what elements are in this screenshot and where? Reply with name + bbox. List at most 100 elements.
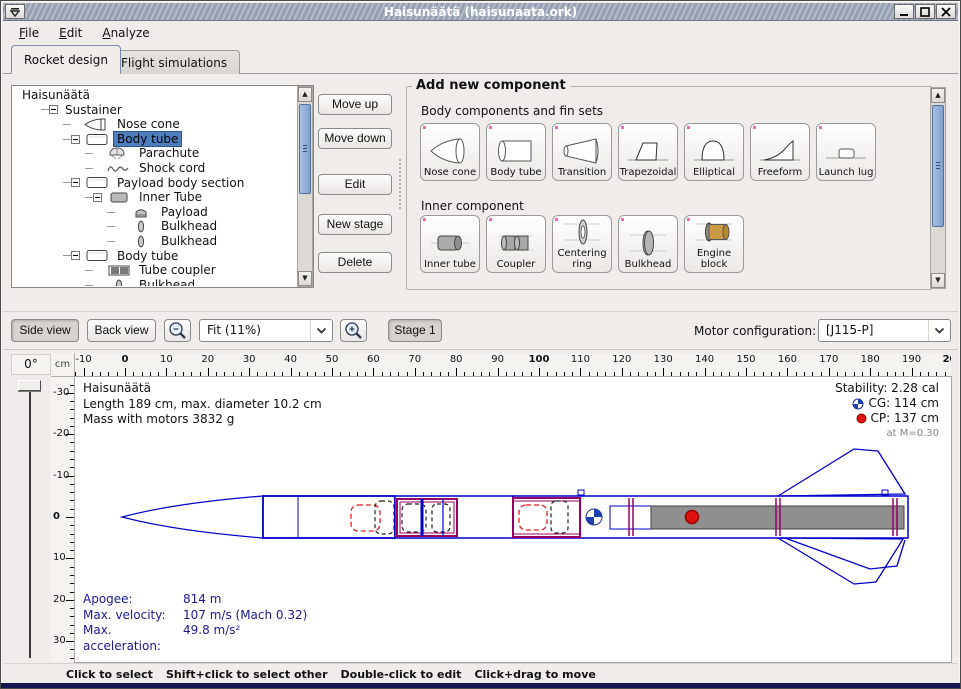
chevron-down-icon bbox=[310, 320, 332, 341]
minimize-button[interactable] bbox=[894, 4, 914, 19]
inner-components-row: Inner tubeCouplerCentering ringBulkheadE… bbox=[420, 215, 744, 273]
tab-rocket-design[interactable]: Rocket design bbox=[11, 45, 121, 74]
collapse-toggle-icon[interactable] bbox=[71, 135, 80, 144]
launch-lug[interactable] bbox=[578, 490, 584, 495]
tree-item-shock-cord[interactable]: Shock cord bbox=[13, 161, 295, 176]
tree-item-label: Tube coupler bbox=[136, 263, 219, 278]
tree-item-sustainer[interactable]: Sustainer bbox=[13, 103, 295, 118]
add-elliptical-button[interactable]: Elliptical bbox=[684, 123, 744, 181]
tree-scroll-up-icon[interactable]: ▲ bbox=[298, 87, 312, 102]
tree-item-payload[interactable]: Payload bbox=[13, 205, 295, 220]
title-bar[interactable]: Haisunäätä (haisunaata.ork) bbox=[3, 3, 958, 21]
ruler-tick bbox=[787, 368, 788, 377]
tree-item-nose-cone[interactable]: Nose cone bbox=[13, 117, 295, 132]
zoom-in-button[interactable] bbox=[340, 319, 367, 342]
collapse-toggle-icon[interactable] bbox=[71, 178, 80, 187]
ruler-tick bbox=[622, 368, 623, 377]
tree-scrollbar[interactable]: ▲ ▼ bbox=[297, 86, 313, 287]
cp-marker bbox=[686, 511, 699, 524]
tree-connector bbox=[85, 153, 93, 154]
back-view-button[interactable]: Back view bbox=[87, 319, 156, 342]
add-body-tube-button[interactable]: Body tube bbox=[486, 123, 546, 181]
nose-cone-outline[interactable] bbox=[122, 496, 263, 538]
collapse-toggle-icon[interactable] bbox=[93, 193, 102, 202]
menu-analyze[interactable]: Analyze bbox=[94, 24, 157, 42]
tree-connector bbox=[85, 197, 93, 198]
launch_lug-icon bbox=[824, 136, 868, 166]
tree-connector bbox=[63, 139, 71, 140]
ruler-tick bbox=[663, 368, 664, 377]
motor-mount-tube[interactable] bbox=[610, 506, 651, 529]
tree-item-body-tube[interactable]: Body tube bbox=[13, 249, 295, 264]
tree-item-bulkhead[interactable]: Bulkhead bbox=[13, 234, 295, 249]
zoom-level-select[interactable]: Fit (11%) bbox=[199, 319, 333, 342]
add-inner-tube-button[interactable]: Inner tube bbox=[420, 215, 480, 273]
add-transition-button[interactable]: Transition bbox=[552, 123, 612, 181]
panel-scroll-thumb[interactable] bbox=[932, 105, 944, 227]
delete-button[interactable]: Delete bbox=[318, 252, 392, 273]
add-nose-cone-button[interactable]: Nose cone bbox=[420, 123, 480, 181]
add-coupler-button[interactable]: Coupler bbox=[486, 215, 546, 273]
tree-item-payload-body-section[interactable]: Payload body section bbox=[13, 176, 295, 191]
rocket-dimensions: Length 189 cm, max. diameter 10.2 cm bbox=[83, 397, 322, 413]
parachute-icon bbox=[106, 147, 132, 160]
close-button[interactable] bbox=[936, 4, 956, 19]
ruler-tick bbox=[415, 368, 416, 377]
collapse-toggle-icon[interactable] bbox=[49, 105, 58, 114]
stage-1-toggle[interactable]: Stage 1 bbox=[388, 319, 442, 342]
ruler-label: 80 bbox=[450, 354, 463, 365]
app-window: Haisunäätä (haisunaata.ork) File Edit An… bbox=[0, 0, 961, 689]
tree-scroll-thumb[interactable] bbox=[299, 104, 311, 194]
status-hint: Click to select bbox=[66, 668, 153, 681]
ruler-tick bbox=[580, 368, 581, 377]
tree-item-body-tube[interactable]: Body tube bbox=[13, 132, 295, 147]
ruler-tick bbox=[66, 517, 75, 518]
ruler-label: 180 bbox=[861, 354, 880, 365]
tab-flight-simulations[interactable]: Flight simulations bbox=[108, 50, 240, 74]
tree-item-bulkhead[interactable]: Bulkhead bbox=[13, 219, 295, 234]
tree-item-tube-coupler[interactable]: Tube coupler bbox=[13, 263, 295, 278]
add-engine-block-button[interactable]: Engine block bbox=[684, 215, 744, 273]
add-centering-ring-button[interactable]: Centering ring bbox=[552, 215, 612, 273]
tree-item-haisun-t-[interactable]: Haisunäätä bbox=[13, 88, 295, 103]
component-panel-scrollbar[interactable]: ▲ ▼ bbox=[930, 87, 946, 289]
flight-data-row: Max. acceleration:49.8 m/s² bbox=[83, 623, 307, 654]
tree-scroll-down-icon[interactable]: ▼ bbox=[298, 271, 312, 286]
shockcord-icon bbox=[106, 162, 132, 175]
pane-splitter[interactable] bbox=[399, 159, 401, 209]
collapse-toggle-icon[interactable] bbox=[71, 251, 80, 260]
side-view-button[interactable]: Side view bbox=[11, 319, 79, 342]
tree-item-parachute[interactable]: Parachute bbox=[13, 146, 295, 161]
add-launch-lug-button[interactable]: Launch lug bbox=[816, 123, 876, 181]
flight-data-value: 814 m bbox=[183, 592, 221, 608]
cg-value: CG: 114 cm bbox=[868, 396, 939, 411]
tube-coupler-outline[interactable] bbox=[513, 498, 580, 537]
ruler-label: 190 bbox=[902, 354, 921, 365]
tree-item-inner-tube[interactable]: Inner Tube bbox=[13, 190, 295, 205]
engine_block-icon bbox=[692, 217, 736, 247]
ruler-tick bbox=[870, 368, 871, 377]
edit-button[interactable]: Edit bbox=[318, 174, 392, 195]
add-freeform-button[interactable]: Freeform bbox=[750, 123, 810, 181]
flight-data-value: 107 m/s (Mach 0.32) bbox=[183, 608, 307, 624]
move-up-button[interactable]: Move up bbox=[318, 94, 392, 115]
maximize-button[interactable] bbox=[915, 4, 935, 19]
motor-configuration-label: Motor configuration: bbox=[694, 324, 816, 338]
ruler-label: 110 bbox=[571, 354, 590, 365]
rocket-canvas[interactable]: Haisunäätä Length 189 cm, max. diameter … bbox=[75, 377, 951, 662]
new-stage-button[interactable]: New stage bbox=[318, 214, 392, 235]
status-hint: Click+drag to move bbox=[474, 668, 595, 681]
menu-file[interactable]: File bbox=[11, 24, 47, 42]
add-trapezoidal-button[interactable]: Trapezoidal bbox=[618, 123, 678, 181]
add-bulkhead-button[interactable]: Bulkhead bbox=[618, 215, 678, 273]
rotation-slider-handle[interactable] bbox=[18, 380, 41, 391]
rotation-slider-track[interactable] bbox=[29, 380, 31, 658]
zoom-out-button[interactable] bbox=[164, 319, 191, 342]
menu-edit[interactable]: Edit bbox=[51, 24, 90, 42]
panel-scroll-down-icon[interactable]: ▼ bbox=[931, 273, 945, 288]
ruler-tick bbox=[705, 368, 706, 377]
panel-scroll-up-icon[interactable]: ▲ bbox=[931, 88, 945, 103]
move-down-button[interactable]: Move down bbox=[318, 128, 392, 149]
tree-item-bulkhead[interactable]: Bulkhead bbox=[13, 278, 295, 286]
motor-configuration-select[interactable]: [J115-P] bbox=[818, 319, 951, 342]
